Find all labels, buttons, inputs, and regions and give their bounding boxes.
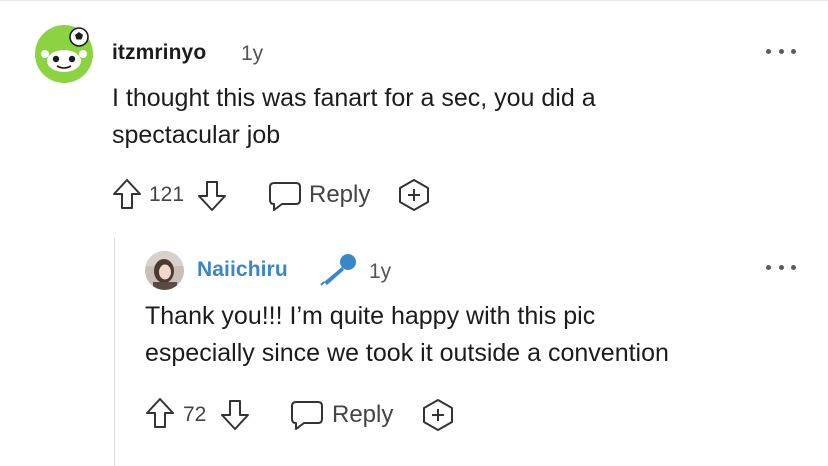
more-options-icon[interactable] bbox=[766, 46, 796, 56]
reply-age: 1y bbox=[369, 260, 392, 283]
downvote-icon[interactable] bbox=[220, 399, 250, 431]
thread-line[interactable] bbox=[114, 238, 115, 466]
award-icon[interactable] bbox=[420, 397, 456, 433]
reply-body-line: Thank you!!! I’m quite happy with this p… bbox=[145, 302, 596, 330]
reply-button[interactable]: Reply bbox=[332, 401, 393, 429]
snoo-avatar-icon bbox=[35, 25, 93, 83]
upvote-icon[interactable] bbox=[112, 178, 142, 210]
comment-age: 1y bbox=[241, 42, 264, 65]
comment-body-line: spectacular job bbox=[112, 121, 281, 149]
microphone-icon bbox=[320, 254, 356, 286]
reply-bubble-icon[interactable] bbox=[290, 399, 324, 431]
reply-author[interactable]: Naiichiru bbox=[197, 258, 288, 282]
downvote-icon[interactable] bbox=[197, 180, 227, 212]
reply-button[interactable]: Reply bbox=[309, 181, 370, 209]
reply-bubble-icon[interactable] bbox=[268, 180, 302, 212]
vote-count: 121 bbox=[149, 183, 185, 206]
comment-author[interactable]: itzmrinyo bbox=[112, 41, 206, 65]
comment-body-line: I thought this was fanart for a sec, you… bbox=[112, 84, 596, 112]
user-avatar[interactable] bbox=[34, 24, 94, 84]
top-divider bbox=[0, 0, 828, 1]
profile-photo-icon bbox=[145, 251, 184, 290]
user-avatar[interactable] bbox=[145, 251, 184, 290]
vote-count: 72 bbox=[183, 403, 207, 426]
award-icon[interactable] bbox=[396, 177, 432, 213]
reply-body-line: especially since we took it outside a co… bbox=[145, 339, 669, 367]
more-options-icon[interactable] bbox=[766, 262, 796, 272]
upvote-icon[interactable] bbox=[145, 397, 175, 429]
comment-body: I thought this was fanart for a sec, you… bbox=[112, 80, 802, 154]
reply-body: Thank you!!! I’m quite happy with this p… bbox=[145, 298, 805, 372]
